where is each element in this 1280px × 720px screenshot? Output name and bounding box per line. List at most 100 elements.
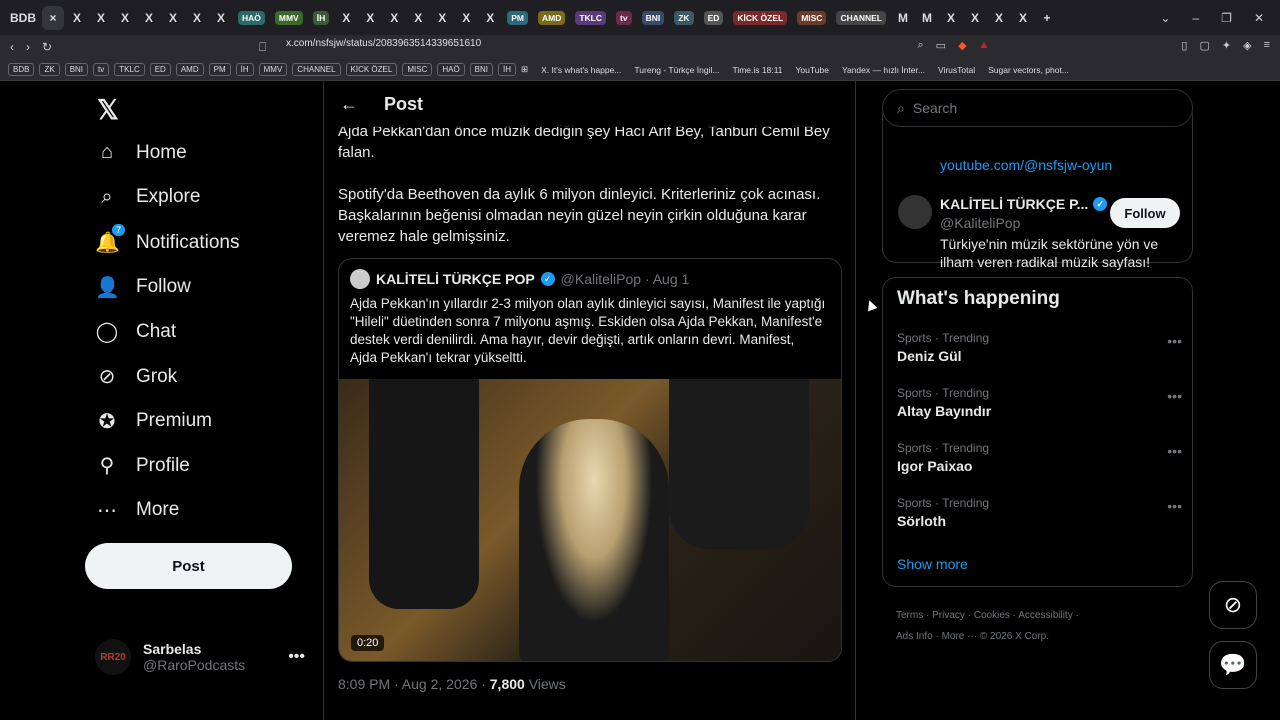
browser-tab[interactable]: ED <box>700 6 728 30</box>
footer-row[interactable]: Ads Info · More ··· © 2026 X Corp. <box>896 626 1186 647</box>
browser-tab[interactable]: X <box>186 6 208 30</box>
bookmark-link[interactable]: Sugar vectors, phot... <box>988 65 1069 75</box>
bookmark-link[interactable]: VirusTotal <box>938 65 975 75</box>
brave-shield-icon[interactable]: ◆ <box>958 39 966 52</box>
browser-tab[interactable]: İH <box>309 6 334 30</box>
trend-item[interactable]: Sports · Trending Igor Paixao ••• <box>897 441 1182 474</box>
bookmark-folder[interactable]: BDB <box>8 63 35 76</box>
bookmark-folder[interactable]: ZK <box>39 63 60 76</box>
browser-tab[interactable]: X <box>114 6 136 30</box>
browser-tab[interactable]: X <box>431 6 453 30</box>
bookmark-folder[interactable]: CHANNEL <box>292 63 341 76</box>
browser-tab[interactable]: PM <box>503 6 532 30</box>
bookmark-folder[interactable]: İH <box>498 63 517 76</box>
browser-tab[interactable]: X <box>138 6 160 30</box>
browser-tab[interactable]: + <box>1036 6 1058 30</box>
bookmark-link[interactable]: Time.is 18:11 <box>732 65 782 75</box>
account-switcher[interactable]: RR20 Sarbelas @RaroPodcasts ••• <box>95 639 305 675</box>
back-arrow-icon[interactable]: ← <box>340 94 358 115</box>
chevron-down-icon[interactable]: ⌄ <box>1160 11 1170 25</box>
browser-tab[interactable]: X <box>940 6 962 30</box>
browser-tab[interactable]: X <box>455 6 477 30</box>
browser-tab[interactable]: X <box>383 6 405 30</box>
more-dots-icon[interactable]: ••• <box>1167 443 1182 459</box>
trend-item[interactable]: Sports · Trending Sörloth ••• <box>897 496 1182 529</box>
profile-link[interactable]: youtube.com/@nsfsjw-oyun <box>940 157 1112 173</box>
suggested-avatar[interactable] <box>898 195 932 229</box>
browser-tab[interactable]: X <box>1012 6 1034 30</box>
browser-tab[interactable]: X <box>210 6 232 30</box>
bookmark-folder[interactable]: HAÖ <box>437 63 465 76</box>
grok-fab-icon[interactable]: ⊘ <box>1209 581 1257 629</box>
browser-tab[interactable]: X <box>162 6 184 30</box>
reload-icon[interactable]: ↻ <box>42 40 52 54</box>
browser-tab[interactable]: X <box>359 6 381 30</box>
post-button[interactable]: Post <box>85 543 292 589</box>
quoted-author-name[interactable]: KALİTELİ TÜRKÇE POP <box>376 271 535 287</box>
browser-tab[interactable]: X <box>335 6 357 30</box>
nav-item-grok[interactable]: ⊘ Grok <box>95 364 178 389</box>
bookmark-link[interactable]: X. It's what's happe... <box>541 65 621 75</box>
more-dots-icon[interactable]: ••• <box>1167 388 1182 404</box>
bookmark-link[interactable]: YouTube <box>796 65 829 75</box>
apps-grid-icon[interactable]: ⊞ <box>521 64 528 75</box>
quoted-post[interactable]: KALİTELİ TÜRKÇE POP ✓ @KaliteliPop · Aug… <box>338 258 842 662</box>
browser-tab[interactable]: AMD <box>534 6 569 30</box>
nav-item-follow[interactable]: 👤 Follow <box>95 275 191 300</box>
restore-icon[interactable]: ❐ <box>1221 11 1232 25</box>
vpn-icon[interactable]: ◈ <box>1243 39 1251 52</box>
trend-item[interactable]: Sports · Trending Altay Bayındır ••• <box>897 386 1182 419</box>
nav-item-notifications[interactable]: 🔔 7 Notifications <box>95 224 240 255</box>
browser-tab[interactable]: M <box>916 6 938 30</box>
browser-tab[interactable]: X <box>90 6 112 30</box>
show-more-link[interactable]: Show more <box>897 556 968 572</box>
browser-tab[interactable]: X <box>66 6 88 30</box>
forward-icon[interactable]: › <box>26 40 30 54</box>
browser-tab[interactable]: HAÖ <box>234 6 269 30</box>
menu-icon[interactable]: ≡ <box>1264 39 1270 52</box>
browser-tab[interactable]: CHANNEL <box>832 6 890 30</box>
browser-tab[interactable]: ZK <box>670 6 697 30</box>
browser-tab[interactable]: MMV <box>271 6 307 30</box>
browser-tab[interactable]: BNI <box>638 6 669 30</box>
browser-tab[interactable]: tv <box>612 6 636 30</box>
more-dots-icon[interactable]: ••• <box>1167 498 1182 514</box>
browser-tab[interactable]: MISC <box>793 6 830 30</box>
x-logo-icon[interactable]: 𝕏 <box>97 95 119 126</box>
bookmark-folder[interactable]: MMV <box>258 63 288 76</box>
bookmark-icon[interactable]: ⎕ <box>259 40 266 55</box>
cast-icon[interactable]: ▭ <box>936 39 946 52</box>
close-icon[interactable]: ✕ <box>1254 11 1264 25</box>
nav-item-premium[interactable]: ✪ Premium <box>95 409 212 434</box>
nav-item-explore[interactable]: ⌕ Explore <box>95 186 200 209</box>
bookmark-folder[interactable]: İH <box>235 63 254 76</box>
nav-item-home[interactable]: ⌂ Home <box>95 141 187 164</box>
bookmark-folder[interactable]: BNI <box>469 63 494 76</box>
nav-item-profile[interactable]: ⚲ Profile <box>95 453 190 478</box>
trend-item[interactable]: Sports · Trending Deniz Gül ••• <box>897 331 1182 364</box>
browser-tab[interactable]: X <box>988 6 1010 30</box>
bookmark-folder[interactable]: tv <box>93 63 110 76</box>
bookmark-link[interactable]: Tureng - Türkçe İngil... <box>634 65 719 75</box>
browser-tab[interactable]: KİCK ÖZEL <box>729 6 791 30</box>
browser-tab[interactable]: X <box>407 6 429 30</box>
follow-button[interactable]: Follow <box>1110 198 1180 228</box>
bookmark-folder[interactable]: BNI <box>64 63 89 76</box>
nav-item-more[interactable]: ⋯ More <box>95 498 179 523</box>
browser-tab[interactable]: TKLC <box>571 6 610 30</box>
search-input[interactable]: ⌕ Search <box>882 89 1193 127</box>
address-bar[interactable]: x.com/nsfsjw/status/2083963514339651610 <box>286 38 481 49</box>
bookmark-folder[interactable]: KİCK ÖZEL <box>345 63 398 76</box>
extensions-icon[interactable]: ✦ <box>1222 39 1231 52</box>
bookmark-folder[interactable]: ED <box>149 63 171 76</box>
more-dots-icon[interactable]: ••• <box>1167 333 1182 349</box>
minimize-icon[interactable]: – <box>1192 11 1199 25</box>
zoom-icon[interactable]: ⌕ <box>917 39 923 52</box>
quoted-avatar[interactable] <box>350 269 370 289</box>
video-player[interactable]: 0:20 <box>339 379 841 661</box>
browser-tab[interactable]: X <box>479 6 501 30</box>
messages-fab-icon[interactable]: 💬 <box>1209 641 1257 689</box>
bookmark-folder[interactable]: AMD <box>175 63 204 76</box>
nav-item-chat[interactable]: ◯ Chat <box>95 319 176 344</box>
bookmark-folder[interactable]: TKLC <box>114 63 145 76</box>
